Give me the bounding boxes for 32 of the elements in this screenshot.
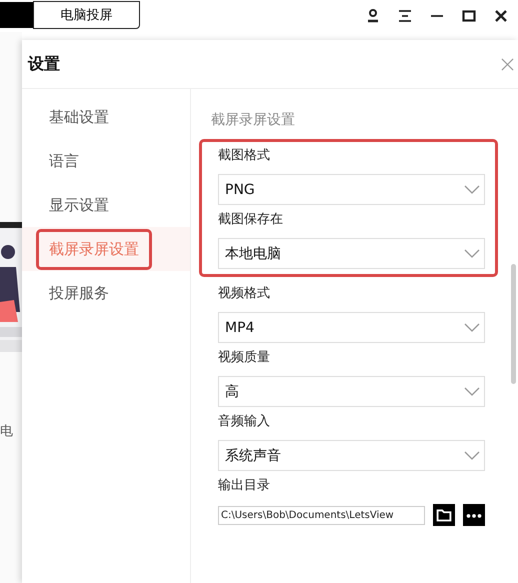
dialog-title: 设置 xyxy=(28,54,60,74)
more-icon[interactable] xyxy=(463,504,485,526)
scrollbar[interactable] xyxy=(511,264,516,384)
nav-item[interactable]: 投屏服务 xyxy=(36,272,122,314)
nav-item[interactable]: 基础设置 xyxy=(36,96,122,138)
folder-icon[interactable] xyxy=(433,504,455,526)
chevron-down-icon xyxy=(464,386,480,396)
screen-mirror-tab[interactable]: 电脑投屏 xyxy=(33,1,140,29)
section-title: 截屏录屏设置 xyxy=(211,111,296,129)
menu-icon[interactable] xyxy=(398,9,412,23)
chevron-down-icon xyxy=(464,450,480,460)
dropdown[interactable]: 系统声音 xyxy=(218,440,485,471)
dropdown[interactable]: 高 xyxy=(218,376,485,407)
field-label: 音频输入 xyxy=(218,413,271,431)
field-label: 截图保存在 xyxy=(218,211,284,229)
chevron-down-icon xyxy=(464,322,480,332)
field-label: 截图格式 xyxy=(218,147,271,165)
maximize-icon[interactable] xyxy=(462,9,476,23)
nav-item[interactable]: 显示设置 xyxy=(36,184,122,226)
field-label: 视频质量 xyxy=(218,349,271,367)
field-label: 输出目录 xyxy=(218,477,271,495)
dropdown[interactable]: PNG xyxy=(218,174,485,205)
user-icon[interactable] xyxy=(366,9,380,23)
dropdown[interactable]: MP4 xyxy=(218,312,485,343)
field-label: 视频格式 xyxy=(218,285,271,303)
nav-item[interactable]: 语言 xyxy=(36,140,92,182)
close-icon[interactable] xyxy=(494,9,508,23)
chevron-down-icon xyxy=(464,248,480,258)
path-field[interactable]: C:\Users\Bob\Documents\LetsView xyxy=(218,506,425,524)
fragment-text: 电 xyxy=(0,423,14,440)
chevron-down-icon xyxy=(464,184,480,194)
dropdown[interactable]: 本地电脑 xyxy=(218,238,485,269)
